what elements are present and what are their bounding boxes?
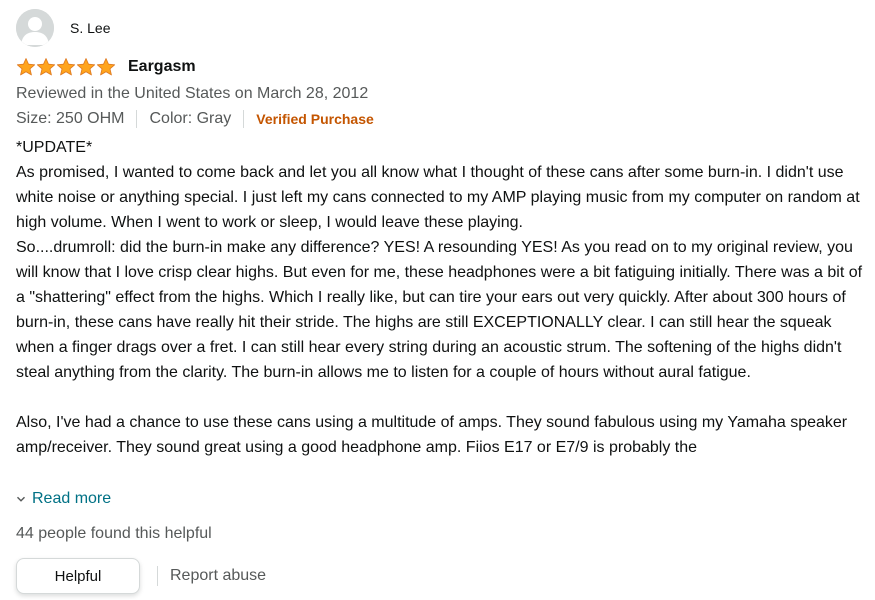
review-body: *UPDATE* As promised, I wanted to come b… [16,135,868,485]
star-icon [36,58,56,76]
review-date: Reviewed in the United States on March 2… [16,85,369,102]
report-abuse-link[interactable]: Report abuse [170,567,266,585]
review-paragraph: As promised, I wanted to come back and l… [16,164,860,231]
review-paragraph: *UPDATE* [16,139,93,156]
star-icon [16,58,36,76]
star-icon [76,58,96,76]
review-meta: Size: 250 OHM Color: Gray Verified Purch… [16,107,868,131]
verified-purchase-badge[interactable]: Verified Purchase [256,111,374,127]
review-card: S. Lee Eargasm Reviewed in the United St… [16,8,868,595]
review-paragraph: Also, I've had a chance to use these can… [16,414,848,456]
helpful-count: 44 people found this helpful [16,525,212,542]
chevron-down-icon [16,496,26,502]
variant-size[interactable]: Size: 250 OHM [16,110,124,128]
reviewer-profile[interactable]: S. Lee [16,8,868,48]
review-paragraph: So....drumroll: did the burn-in make any… [16,239,863,381]
meta-divider [136,110,138,128]
review-actions: Helpful Report abuse [16,557,868,595]
reviewer-name[interactable]: S. Lee [70,20,110,36]
action-divider [157,566,158,586]
meta-divider [243,110,245,128]
star-rating[interactable] [16,57,116,77]
helpful-button[interactable]: Helpful [16,558,140,594]
star-icon [96,58,116,76]
read-more-label[interactable]: Read more [32,490,111,508]
star-icon [56,58,76,76]
avatar [16,9,54,47]
read-more-link[interactable]: Read more [16,487,868,511]
review-title[interactable]: Eargasm [128,58,196,76]
variant-color[interactable]: Color: Gray [149,110,231,128]
person-silhouette-icon [16,9,54,47]
review-title-row: Eargasm [16,55,868,79]
